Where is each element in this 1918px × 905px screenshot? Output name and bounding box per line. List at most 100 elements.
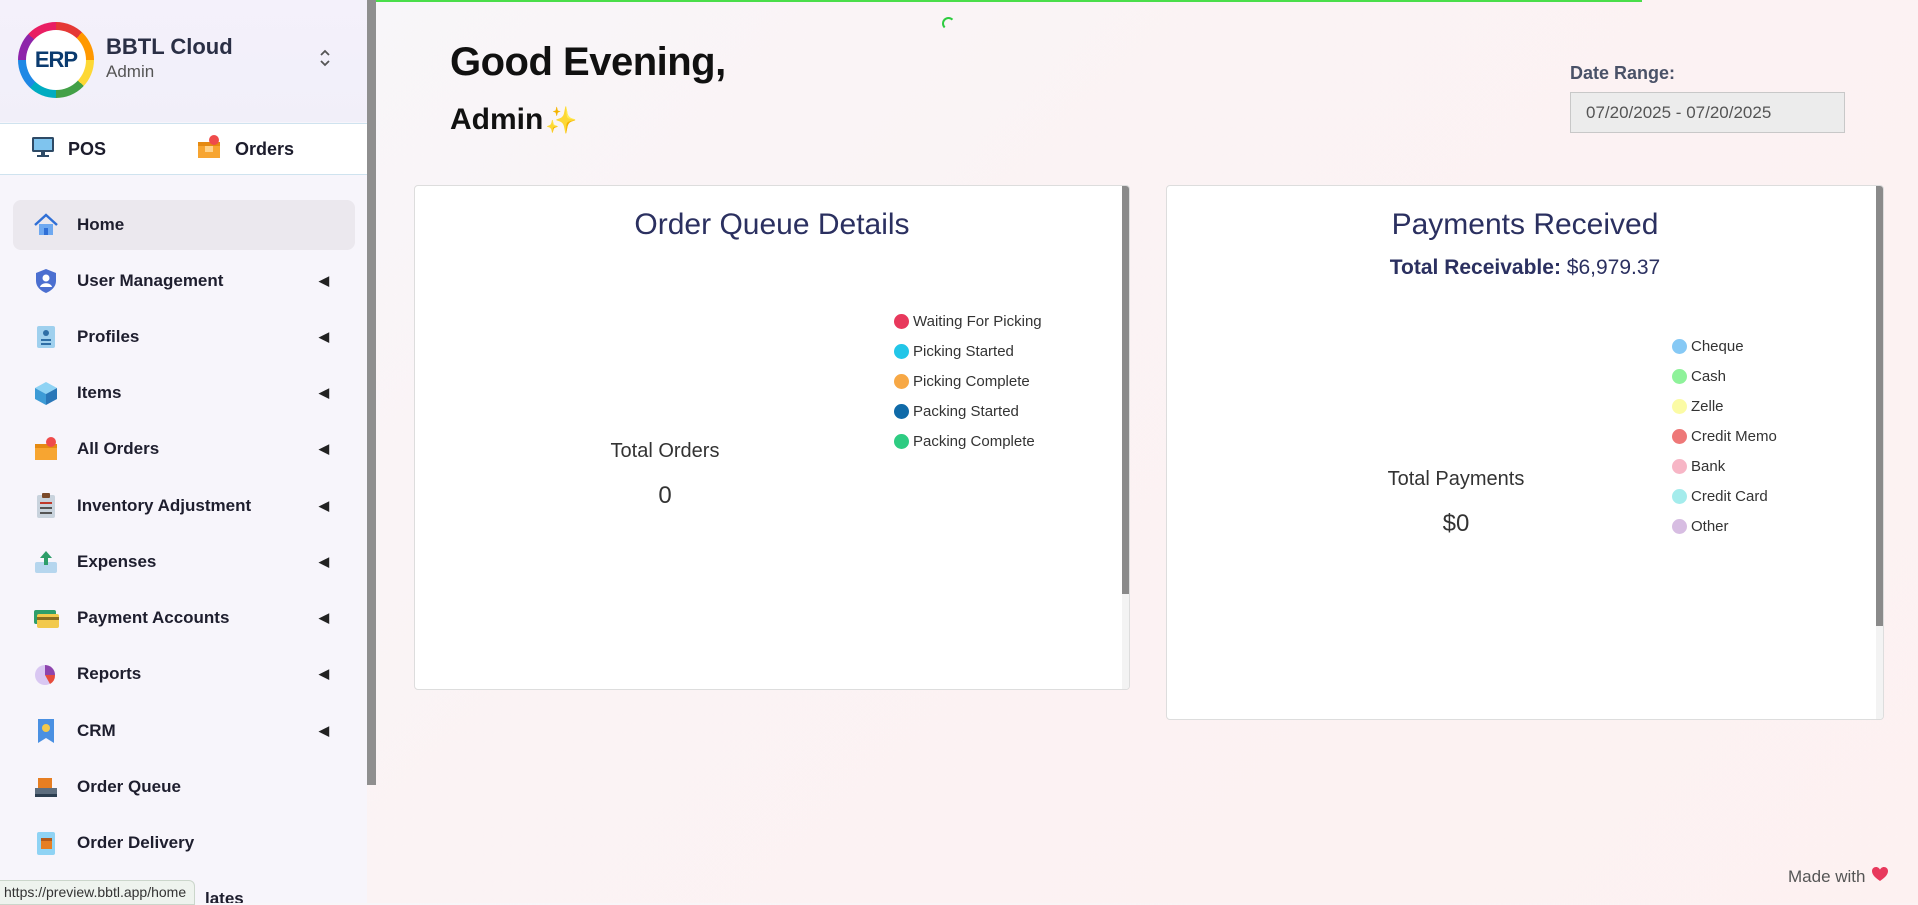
nav-item-crm[interactable]: CRM ◀ (13, 706, 355, 756)
payments-card: Payments Received Total Receivable: $6,9… (1166, 185, 1884, 720)
nav-label: Items (77, 383, 122, 402)
total-orders-label: Total Orders (610, 440, 720, 462)
crm-badge-icon (31, 716, 61, 746)
erp-logo: ERP (18, 22, 94, 98)
greeting-title: Good Evening, (450, 40, 726, 84)
nav-label: Expenses (77, 552, 157, 571)
quick-link-label: Orders (235, 138, 295, 159)
quick-link-label: POS (68, 138, 107, 159)
legend-dot (894, 433, 909, 449)
legend-item[interactable]: Packing Complete (894, 426, 1042, 456)
nav-item-items[interactable]: Items ◀ (13, 368, 355, 418)
card-scrollbar-thumb[interactable] (1122, 186, 1129, 594)
expenses-icon (31, 547, 61, 577)
nav-item-inventory-adjustment[interactable]: Inventory Adjustment ◀ (13, 481, 355, 531)
legend-dot (1672, 488, 1687, 504)
orders-box-icon (195, 133, 223, 166)
legend-item[interactable]: Credit Card (1672, 481, 1777, 511)
legend-label: Other (1691, 517, 1729, 535)
legend-label: Cheque (1691, 337, 1744, 355)
loading-spinner-icon (942, 17, 955, 30)
legend-dot (1672, 458, 1687, 474)
nav-label: Home (77, 215, 125, 234)
home-icon (31, 210, 61, 240)
legend-label: Credit Card (1691, 487, 1768, 505)
nav-item-payment-accounts[interactable]: Payment Accounts ◀ (13, 593, 355, 643)
cube-icon (31, 378, 61, 408)
legend-item[interactable]: Picking Complete (894, 366, 1042, 396)
chevron-left-icon: ◀ (319, 723, 329, 738)
nav-item-all-orders[interactable]: All Orders ◀ (13, 424, 355, 474)
monitor-icon (30, 134, 56, 165)
payment-method-legend: Cheque Cash Zelle Credit Memo Bank Credi… (1672, 331, 1777, 541)
nav-label: User Management (77, 271, 224, 290)
sidebar: ERP BBTL Cloud Admin POS Orders Home Use… (0, 0, 367, 903)
quick-link-orders[interactable]: Orders (195, 124, 294, 174)
brand-header[interactable]: ERP BBTL Cloud Admin (0, 0, 367, 122)
chevron-left-icon: ◀ (319, 441, 329, 456)
nav-label: CRM (77, 721, 116, 740)
legend-label: Packing Started (913, 402, 1019, 420)
delivery-icon (31, 828, 61, 858)
date-range-input[interactable]: 07/20/2025 - 07/20/2025 (1570, 92, 1845, 133)
nav-item-profiles[interactable]: Profiles ◀ (13, 312, 355, 362)
nav-label: Inventory Adjustment (77, 496, 252, 515)
logo-text: ERP (26, 30, 86, 90)
nav-item-reports[interactable]: Reports ◀ (13, 649, 355, 699)
nav-label: Profiles (77, 327, 140, 346)
total-receivable: Total Receivable: $6,979.37 (1167, 256, 1883, 280)
legend-dot (1672, 338, 1687, 354)
chevron-left-icon: ◀ (319, 273, 329, 288)
clipboard-icon (31, 491, 61, 521)
profiles-icon (31, 322, 61, 352)
nav-item-user-management[interactable]: User Management ◀ (13, 256, 355, 306)
legend-item[interactable]: Cash (1672, 361, 1777, 391)
legend-dot (1672, 368, 1687, 384)
date-range-label: Date Range: (1570, 63, 1676, 83)
nav-item-expenses[interactable]: Expenses ◀ (13, 537, 355, 587)
legend-label: Cash (1691, 367, 1727, 385)
nav-label: Reports (77, 664, 142, 683)
orders-box-icon (31, 434, 61, 464)
legend-dot (894, 343, 909, 359)
legend-item[interactable]: Packing Started (894, 396, 1042, 426)
sparkle-icon: ✨ (545, 105, 578, 135)
heart-icon (1871, 866, 1889, 887)
nav-item-order-delivery[interactable]: Order Delivery (13, 818, 355, 868)
quick-link-pos[interactable]: POS (30, 124, 106, 174)
card-scrollbar-thumb[interactable] (1876, 186, 1883, 626)
nav-item-order-queue[interactable]: Order Queue (13, 762, 355, 812)
legend-item[interactable]: Credit Memo (1672, 421, 1777, 451)
brand-name: BBTL Cloud (106, 34, 233, 59)
total-payments-label: Total Payments (1387, 468, 1525, 490)
legend-item[interactable]: Other (1672, 511, 1777, 541)
nav-label: Order Queue (77, 777, 181, 796)
order-queue-card: Order Queue Details Total Orders 0 Waiti… (414, 185, 1130, 690)
legend-label: Credit Memo (1691, 427, 1777, 445)
legend-item[interactable]: Picking Started (894, 336, 1042, 366)
nav-label: All Orders (77, 439, 160, 458)
chevron-left-icon: ◀ (319, 329, 329, 344)
user-shield-icon (31, 266, 61, 296)
legend-item[interactable]: Waiting For Picking (894, 306, 1042, 336)
legend-dot (894, 403, 909, 419)
browser-status-url: https://preview.bbtl.app/home (0, 880, 196, 905)
legend-item[interactable]: Zelle (1672, 391, 1777, 421)
chevron-left-icon: ◀ (319, 666, 329, 681)
sidebar-scrollbar[interactable] (367, 0, 376, 785)
nav-label: Order Delivery (77, 833, 195, 852)
legend-dot (1672, 518, 1687, 534)
legend-item[interactable]: Cheque (1672, 331, 1777, 361)
chevron-left-icon: ◀ (319, 610, 329, 625)
legend-dot (1672, 428, 1687, 444)
nav-item-home[interactable]: Home (13, 200, 355, 250)
expand-collapse-icon[interactable] (316, 48, 334, 69)
legend-item[interactable]: Bank (1672, 451, 1777, 481)
nav-item-partial[interactable]: lates (205, 889, 244, 903)
legend-label: Picking Complete (913, 372, 1030, 390)
credit-card-icon (31, 603, 61, 633)
card-title: Payments Received (1391, 208, 1659, 241)
brand-role: Admin (106, 62, 155, 81)
legend-dot (894, 313, 909, 329)
user-name: Admin (450, 103, 544, 136)
